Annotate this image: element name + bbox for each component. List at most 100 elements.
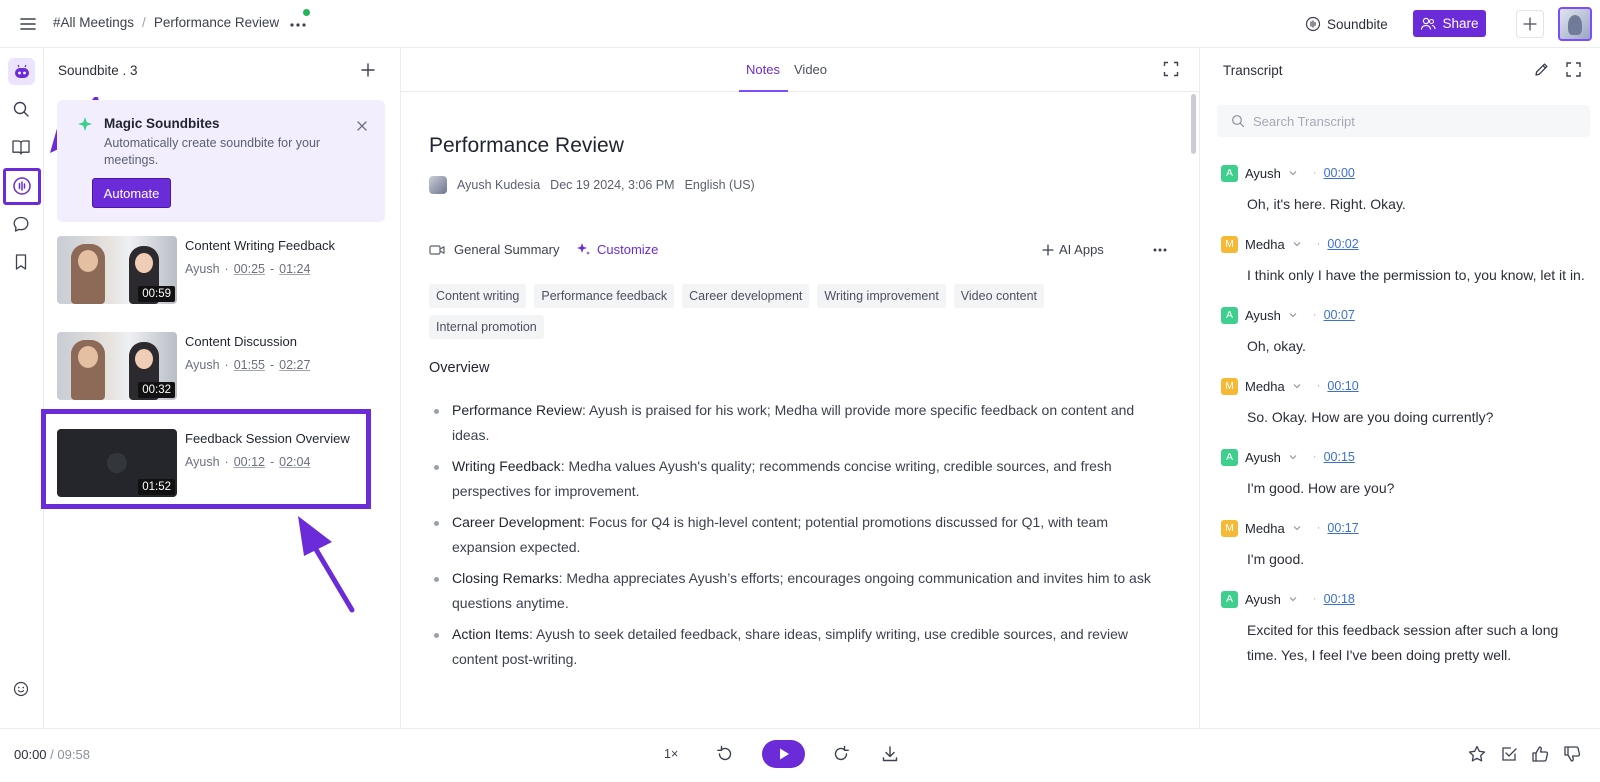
topic-tag[interactable]: Career development — [682, 284, 810, 308]
app-logo-icon[interactable] — [8, 58, 35, 85]
scrollbar[interactable] — [1191, 94, 1196, 154]
clip-thumbnail[interactable]: 01:52 — [57, 429, 177, 497]
timestamp-link[interactable]: 00:10 — [1327, 379, 1358, 393]
soundbite-clip[interactable]: 00:32 Content Discussion Ayush · 01:55 -… — [57, 332, 387, 402]
automate-button[interactable]: Automate — [92, 178, 171, 208]
thumbs-up-icon[interactable] — [1530, 744, 1550, 764]
clip-thumbnail[interactable]: 00:59 — [57, 236, 177, 304]
library-book-icon[interactable] — [11, 137, 31, 157]
rewind-icon[interactable] — [715, 744, 735, 764]
chat-bubble-icon[interactable] — [11, 214, 31, 234]
clip-duration: 01:52 — [138, 479, 175, 495]
download-icon[interactable] — [880, 744, 900, 764]
summary-type-selector[interactable]: General Summary — [429, 242, 559, 257]
clip-end-time[interactable]: 02:04 — [279, 455, 310, 469]
chevron-down-icon[interactable] — [1288, 452, 1298, 462]
transcript-panel: Transcript A Ayush · 00:00 Oh, it's here… — [1199, 48, 1600, 728]
fullscreen-icon[interactable] — [1565, 61, 1582, 78]
overview-heading: Overview — [429, 360, 490, 376]
tab-notes[interactable]: Notes — [746, 62, 780, 77]
speaker-name[interactable]: Medha — [1245, 521, 1285, 536]
clip-end-time[interactable]: 01:24 — [279, 262, 310, 276]
fullscreen-icon[interactable] — [1163, 61, 1179, 77]
share-button[interactable]: Share — [1413, 10, 1486, 37]
soundbite-clip[interactable]: 00:59 Content Writing Feedback Ayush · 0… — [57, 236, 387, 306]
chevron-down-icon[interactable] — [1292, 523, 1302, 533]
breadcrumb-all-meetings[interactable]: #All Meetings — [53, 15, 134, 30]
speaker-name[interactable]: Medha — [1245, 379, 1285, 394]
topic-tag[interactable]: Content writing — [429, 284, 527, 308]
transcript-text: Oh, okay. — [1247, 338, 1306, 354]
clip-end-time[interactable]: 02:27 — [279, 358, 310, 372]
transcript-search-input[interactable] — [1253, 113, 1573, 129]
transcript-entry: A Ayush · 00:18 Excited for this feedbac… — [1221, 590, 1591, 668]
close-icon[interactable] — [356, 120, 368, 132]
speaker-name[interactable]: Ayush — [1245, 450, 1281, 465]
list-item: Performance Review: Ayush is praised for… — [429, 398, 1169, 448]
bullet-text: : Ayush to seek detailed feedback, share… — [452, 626, 1128, 667]
speaker-name[interactable]: Ayush — [1245, 166, 1281, 181]
transcript-text: Excited for this feedback session after … — [1247, 622, 1559, 663]
transcript-entry: A Ayush · 00:07 Oh, okay. — [1221, 306, 1591, 359]
topic-tag[interactable]: Internal promotion — [429, 315, 544, 339]
bullet-label: Closing Remarks — [452, 570, 559, 586]
edit-pencil-icon[interactable] — [1533, 61, 1550, 78]
timestamp-link[interactable]: 00:02 — [1327, 237, 1358, 251]
hamburger-menu-icon[interactable] — [18, 14, 38, 34]
magic-soundbites-title: Magic Soundbites — [104, 116, 220, 131]
clip-thumbnail[interactable]: 00:32 — [57, 332, 177, 400]
video-camera-icon — [429, 244, 445, 255]
soundbite-clip-selected[interactable]: 01:52 Feedback Session Overview Ayush · … — [57, 429, 387, 499]
bullet-label: Performance Review — [452, 402, 582, 418]
summary-type-label: General Summary — [454, 242, 560, 257]
user-avatar[interactable] — [1558, 7, 1592, 41]
page-title: Performance Review — [429, 134, 624, 157]
active-tab-indicator — [739, 90, 788, 92]
topic-tag[interactable]: Writing improvement — [817, 284, 946, 308]
search-icon[interactable] — [11, 99, 31, 119]
play-button[interactable] — [762, 740, 805, 768]
smiley-feedback-icon[interactable] — [11, 679, 31, 699]
checkbox-icon[interactable] — [1499, 744, 1519, 764]
ai-apps-button[interactable]: AI Apps — [1042, 242, 1104, 257]
playback-speed-button[interactable]: 1× — [664, 747, 678, 761]
customize-button[interactable]: Customize — [576, 242, 658, 257]
chevron-down-icon[interactable] — [1292, 239, 1302, 249]
topic-tag[interactable]: Performance feedback — [534, 284, 675, 308]
soundbite-button[interactable]: Soundbite — [1305, 12, 1388, 36]
list-item: Action Items: Ayush to seek detailed fee… — [429, 622, 1169, 672]
clip-start-time[interactable]: 00:25 — [234, 262, 265, 276]
clip-start-time[interactable]: 00:12 — [234, 455, 265, 469]
topic-tag[interactable]: Video content — [953, 284, 1045, 308]
chevron-down-icon[interactable] — [1292, 381, 1302, 391]
transcript-search[interactable] — [1217, 105, 1590, 137]
more-options-icon[interactable] — [1151, 242, 1169, 258]
top-bar: #All Meetings / Performance Review Sound… — [0, 0, 1600, 48]
timestamp-link[interactable]: 00:15 — [1324, 450, 1355, 464]
speaker-name[interactable]: Ayush — [1245, 592, 1281, 607]
star-icon[interactable] — [1467, 744, 1487, 764]
speaker-name[interactable]: Ayush — [1245, 308, 1281, 323]
thumbs-down-icon[interactable] — [1562, 744, 1582, 764]
speaker-badge: M — [1221, 519, 1238, 537]
chevron-down-icon[interactable] — [1288, 594, 1298, 604]
timestamp-link[interactable]: 00:00 — [1324, 166, 1355, 180]
users-icon — [1421, 17, 1437, 30]
timestamp-link[interactable]: 00:07 — [1324, 308, 1355, 322]
bookmark-icon[interactable] — [11, 252, 31, 272]
sparkle-icon — [577, 243, 590, 255]
speaker-name[interactable]: Medha — [1245, 237, 1285, 252]
add-soundbite-icon[interactable] — [360, 62, 376, 78]
soundbites-nav-active[interactable] — [3, 168, 41, 205]
more-options-icon[interactable] — [287, 13, 309, 33]
chevron-down-icon[interactable] — [1288, 168, 1298, 178]
tab-video[interactable]: Video — [794, 62, 827, 77]
soundbite-nav-icon — [13, 177, 31, 195]
clip-title: Feedback Session Overview — [185, 431, 350, 446]
forward-icon[interactable] — [831, 744, 851, 764]
add-button[interactable] — [1516, 10, 1544, 38]
timestamp-link[interactable]: 00:17 — [1327, 521, 1358, 535]
timestamp-link[interactable]: 00:18 — [1324, 592, 1355, 606]
clip-start-time[interactable]: 01:55 — [234, 358, 265, 372]
chevron-down-icon[interactable] — [1288, 310, 1298, 320]
